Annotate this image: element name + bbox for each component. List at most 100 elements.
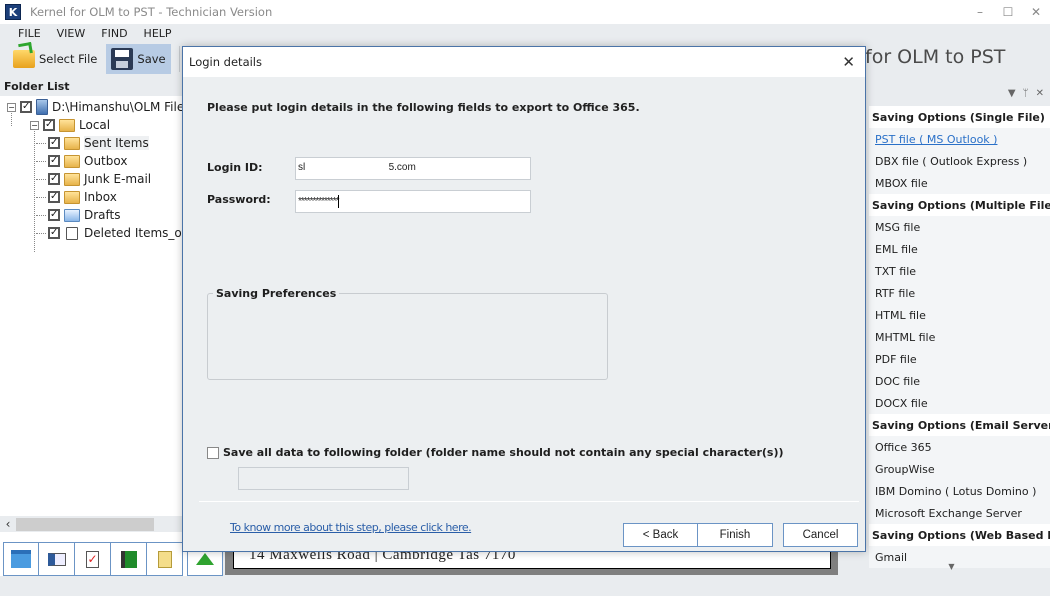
option-rtf[interactable]: RTF file xyxy=(869,282,1050,304)
deleted-checkbox[interactable]: ✓ xyxy=(48,227,60,239)
local-checkbox[interactable]: ✓ xyxy=(43,119,55,131)
scroll-left-icon[interactable]: ‹ xyxy=(0,517,16,531)
inbox-folder-icon xyxy=(64,190,80,204)
notes-button[interactable] xyxy=(147,542,183,576)
status-bar xyxy=(0,576,1050,596)
outbox-checkbox[interactable]: ✓ xyxy=(48,155,60,167)
group-email-servers: Saving Options (Email Servers) xyxy=(869,414,1050,436)
open-folder-icon xyxy=(13,50,35,68)
maximize-button[interactable]: ☐ xyxy=(994,0,1022,24)
back-button[interactable]: < Back xyxy=(623,523,698,547)
option-eml[interactable]: EML file xyxy=(869,238,1050,260)
notes-icon xyxy=(157,550,172,568)
option-txt[interactable]: TXT file xyxy=(869,260,1050,282)
password-input[interactable]: ************** xyxy=(295,190,531,213)
login-id-label: Login ID: xyxy=(207,161,263,174)
option-mhtml[interactable]: MHTML file xyxy=(869,326,1050,348)
floppy-disk-icon xyxy=(111,48,134,70)
group-web-email: Saving Options (Web Based Emai xyxy=(869,524,1050,546)
close-icon[interactable]: ✕ xyxy=(842,53,855,71)
drafts-label: Drafts xyxy=(84,208,121,222)
title-bar: K Kernel for OLM to PST - Technician Ver… xyxy=(0,0,1050,24)
text-caret xyxy=(338,195,340,208)
inbox-checkbox[interactable]: ✓ xyxy=(48,191,60,203)
outbox-label: Outbox xyxy=(84,154,128,168)
saving-preferences-group: Saving Preferences xyxy=(207,287,608,380)
junk-label: Junk E-mail xyxy=(84,172,152,186)
menu-find[interactable]: FIND xyxy=(101,27,127,40)
tree-line xyxy=(36,142,46,144)
password-label: Password: xyxy=(207,193,271,206)
brand-suffix: for OLM to PST xyxy=(858,46,1006,68)
journal-button[interactable] xyxy=(111,542,147,576)
option-office365[interactable]: Office 365 xyxy=(869,436,1050,458)
deleted-label: Deleted Items_o xyxy=(84,226,182,240)
select-file-button[interactable]: Select File xyxy=(8,44,102,74)
folder-name-input[interactable] xyxy=(238,467,409,490)
dropdown-icon[interactable]: ▼ xyxy=(1008,88,1016,99)
option-pst[interactable]: PST file ( MS Outlook ) xyxy=(869,128,1050,150)
app-logo-icon: K xyxy=(5,4,21,20)
computer-icon xyxy=(36,99,48,115)
save-button[interactable]: Save xyxy=(106,44,171,74)
toolbar-separator xyxy=(178,46,180,72)
option-msg[interactable]: MSG file xyxy=(869,216,1050,238)
sent-items-checkbox[interactable]: ✓ xyxy=(48,137,60,149)
password-value: ************** xyxy=(298,196,339,208)
contacts-button[interactable] xyxy=(39,542,75,576)
collapse-icon[interactable]: − xyxy=(7,102,16,112)
option-groupwise[interactable]: GroupWise xyxy=(869,458,1050,480)
tree-line xyxy=(36,196,46,198)
calendar-icon xyxy=(11,550,31,568)
save-folder-checkbox[interactable] xyxy=(207,446,219,459)
option-exchange[interactable]: Microsoft Exchange Server xyxy=(869,502,1050,524)
menu-view[interactable]: VIEW xyxy=(57,27,86,40)
save-label: Save xyxy=(137,52,166,66)
instruction-text: Please put login details in the followin… xyxy=(207,101,640,114)
brand-title: el for OLM to PST xyxy=(842,46,1005,68)
select-file-label: Select File xyxy=(39,52,98,66)
cancel-button[interactable]: Cancel xyxy=(783,523,858,547)
panel-header: ▼ ᛘ ✕ xyxy=(843,82,1050,104)
collapse-icon[interactable]: − xyxy=(30,120,39,130)
option-mbox[interactable]: MBOX file xyxy=(869,172,1050,194)
local-label: Local xyxy=(79,118,111,132)
junk-checkbox[interactable]: ✓ xyxy=(48,173,60,185)
option-pdf[interactable]: PDF file xyxy=(869,348,1050,370)
scroll-thumb[interactable] xyxy=(16,517,154,531)
root-checkbox[interactable]: ✓ xyxy=(20,101,32,113)
pin-icon[interactable]: ᛘ xyxy=(1023,88,1029,99)
tree-line xyxy=(36,160,46,162)
option-ibm-domino[interactable]: IBM Domino ( Lotus Domino ) xyxy=(869,480,1050,502)
menu-file[interactable]: FILE xyxy=(18,27,41,40)
close-panel-icon[interactable]: ✕ xyxy=(1036,88,1044,99)
option-html[interactable]: HTML file xyxy=(869,304,1050,326)
dialog-title: Login details xyxy=(189,55,262,69)
sent-items-label: Sent Items xyxy=(84,136,149,150)
saving-options-panel: ▼ ᛘ ✕ Saving Options (Single File) PST f… xyxy=(843,82,1050,576)
option-docx[interactable]: DOCX file xyxy=(869,392,1050,414)
outbox-folder-icon xyxy=(64,154,80,168)
minimize-button[interactable]: – xyxy=(966,0,994,24)
drafts-checkbox[interactable]: ✓ xyxy=(48,209,60,221)
contacts-icon xyxy=(47,552,66,566)
help-link[interactable]: To know more about this step, please cli… xyxy=(230,521,472,534)
folder-icon xyxy=(64,172,80,186)
menu-help[interactable]: HELP xyxy=(144,27,172,40)
tasks-button[interactable]: ✓ xyxy=(75,542,111,576)
journal-icon xyxy=(120,550,137,568)
login-id-value: sl 5.com xyxy=(298,162,416,173)
option-doc[interactable]: DOC file xyxy=(869,370,1050,392)
login-id-input[interactable]: sl 5.com xyxy=(295,157,531,180)
login-details-dialog: Login details ✕ Please put login details… xyxy=(182,46,866,552)
finish-button[interactable]: Finish xyxy=(697,523,773,547)
calendar-button[interactable] xyxy=(3,542,39,576)
saving-preferences-label: Saving Preferences xyxy=(213,287,340,300)
scroll-down-icon[interactable]: ▼ xyxy=(853,562,1050,572)
option-dbx[interactable]: DBX file ( Outlook Express ) xyxy=(869,150,1050,172)
menu-bar: FILE VIEW FIND HELP xyxy=(0,24,1050,42)
divider xyxy=(199,501,859,502)
close-window-button[interactable]: ✕ xyxy=(1022,0,1050,24)
save-folder-option[interactable]: Save all data to following folder (folde… xyxy=(207,446,784,459)
group-single-file: Saving Options (Single File) xyxy=(869,106,1050,128)
